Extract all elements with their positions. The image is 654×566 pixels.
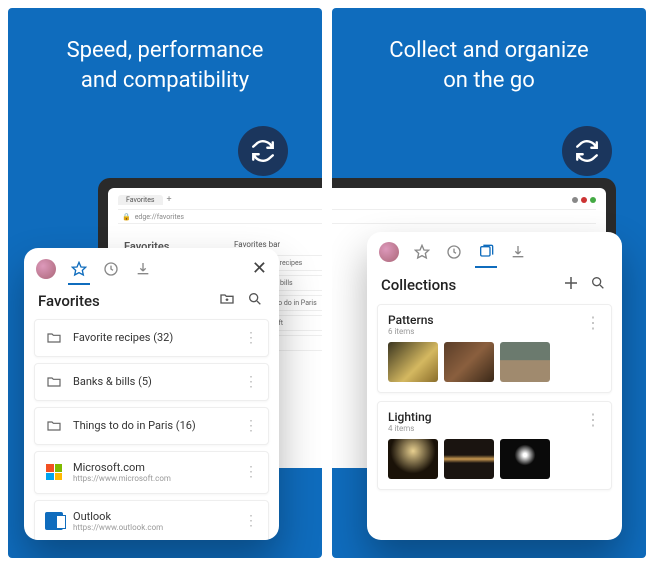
add-folder-icon[interactable] [219,291,237,311]
thumbnail[interactable] [444,342,494,382]
search-icon[interactable] [590,275,608,295]
item-label: Favorite recipes (32) [73,331,234,344]
folder-icon [45,373,63,391]
headline-line: on the go [443,68,535,93]
more-icon[interactable]: ⋮ [585,313,601,332]
folder-icon [45,329,63,347]
favorite-folder[interactable]: Favorite recipes (32) ⋮ [34,319,269,357]
avatar[interactable] [36,259,56,279]
headline-left: Speed, performance and compatibility [8,8,322,95]
item-label: Things to do in Paris (16) [73,419,234,432]
collection-count: 6 items [388,327,434,336]
thumbnail[interactable] [388,439,438,479]
phone-title: Collections [381,276,552,294]
download-icon[interactable] [134,260,152,278]
more-icon[interactable]: ⋮ [244,418,258,434]
thumbnail[interactable] [500,342,550,382]
phone-title: Favorites [38,292,209,310]
collection-name: Lighting [388,410,432,424]
search-icon[interactable] [247,291,265,311]
sync-icon [238,126,288,176]
more-icon[interactable]: ⋮ [244,513,258,529]
favorite-folder[interactable]: Banks & bills (5) ⋮ [34,363,269,401]
favorite-link[interactable]: Outlookhttps://www.outlook.com ⋮ [34,500,269,540]
thumbnail[interactable] [388,342,438,382]
item-label: Banks & bills (5) [73,375,234,388]
item-label: Outlookhttps://www.outlook.com [73,510,234,533]
window-controls [572,197,596,203]
collections-icon[interactable] [477,243,495,261]
promo-panel-right: Collect and organize on the go ———————— … [332,8,646,558]
close-icon[interactable]: ✕ [252,258,267,279]
download-icon[interactable] [509,243,527,261]
history-icon[interactable] [102,260,120,278]
phone-mock-left: ✕ Favorites Favorite recipes (32) ⋮ Bank… [24,248,279,540]
collection-group[interactable]: Lighting 4 items ⋮ [377,401,612,490]
microsoft-icon [45,463,63,481]
folder-icon [45,417,63,435]
headline-line: Speed, performance [67,38,264,63]
headline-line: Collect and organize [389,38,588,63]
lock-icon: 🔒 [122,213,131,221]
favorite-folder[interactable]: Things to do in Paris (16) ⋮ [34,407,269,445]
star-icon[interactable] [413,243,431,261]
collection-count: 4 items [388,424,432,433]
url-text: edge://favorites [135,213,184,221]
new-tab-icon[interactable]: + [167,195,172,205]
more-icon[interactable]: ⋮ [244,464,258,480]
add-icon[interactable] [562,274,580,296]
phone-mock-right: Collections Patterns 6 items ⋮ [367,232,622,540]
sync-icon [562,126,612,176]
promo-panel-left: Speed, performance and compatibility Fav… [8,8,322,558]
avatar[interactable] [379,242,399,262]
history-icon[interactable] [445,243,463,261]
collection-group[interactable]: Patterns 6 items ⋮ [377,304,612,393]
thumbnail[interactable] [500,439,550,479]
more-icon[interactable]: ⋮ [244,374,258,390]
browser-tab[interactable]: Favorites [118,195,163,205]
more-icon[interactable]: ⋮ [585,410,601,429]
favorite-link[interactable]: Microsoft.comhttps://www.microsoft.com ⋮ [34,451,269,494]
collection-name: Patterns [388,313,434,327]
item-label: Microsoft.comhttps://www.microsoft.com [73,461,234,484]
thumbnail[interactable] [444,439,494,479]
headline-right: Collect and organize on the go [332,8,646,95]
star-icon[interactable] [70,260,88,278]
outlook-icon [45,512,63,530]
headline-line: and compatibility [81,68,249,93]
more-icon[interactable]: ⋮ [244,330,258,346]
